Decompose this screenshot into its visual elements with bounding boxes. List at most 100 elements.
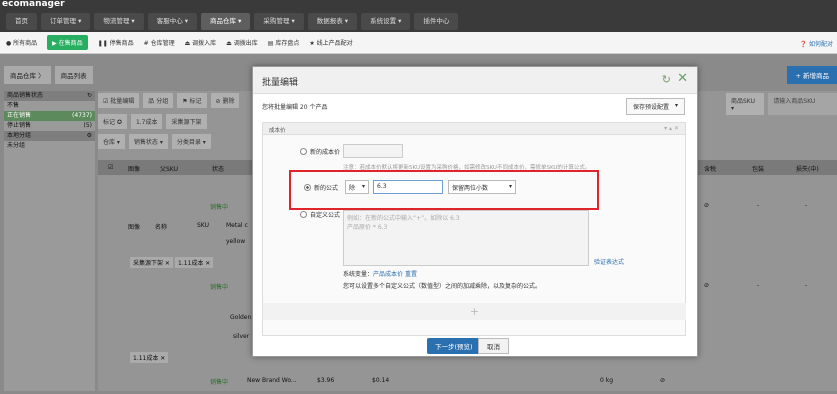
cancel-button[interactable]: 取消	[478, 338, 509, 354]
nav-reports[interactable]: 数据报表 ▾	[307, 13, 358, 30]
new-cost-input[interactable]	[343, 144, 403, 158]
sub-cell: silver	[233, 333, 250, 340]
sub-cell: yellow	[226, 238, 246, 245]
row-package: -	[757, 282, 760, 289]
refresh-icon[interactable]: ↻	[662, 73, 671, 86]
nav-logistics[interactable]: 物流管理 ▾	[94, 13, 144, 30]
radio-dot[interactable]	[300, 211, 307, 218]
radio-custom-formula[interactable]: 自定义公式	[300, 210, 340, 219]
col-loss: 损失(中)	[796, 166, 819, 173]
nav-service[interactable]: 客服中心 ▾	[147, 13, 198, 30]
brand-logo: ecomanager	[2, 0, 65, 9]
row-product-name[interactable]: New Brand Wo...	[247, 377, 297, 384]
radio-new-cost[interactable]: 新的成本价	[300, 147, 340, 156]
nav-warehouse[interactable]: 商品仓库 ▾	[201, 13, 251, 30]
nav-purchase[interactable]: 采购管理 ▾	[254, 13, 304, 30]
subnav-stopped[interactable]: ❚❚ 停售商品	[98, 38, 134, 47]
row-tax: ⊘	[704, 282, 710, 289]
modal-subtitle: 您将批量编辑 20 个产品	[262, 104, 328, 111]
sku-search-input[interactable]: 请输入商品SKU	[768, 93, 837, 115]
sku-select[interactable]: 商品SKU ▾	[726, 93, 765, 115]
sys-var-link[interactable]: 产品成本价	[373, 271, 403, 278]
modal-header: 批量编辑 ↻ ✕	[253, 67, 697, 94]
breadcrumb-list[interactable]: 商品列表	[54, 66, 93, 84]
nav-orders[interactable]: 订单管理 ▾	[41, 13, 91, 30]
highlight-box	[289, 170, 599, 210]
sub-col-sku: SKU	[197, 222, 209, 229]
help-link[interactable]: ❓ 如何配对	[800, 39, 833, 48]
tag-chip[interactable]: 1.7成本	[130, 114, 163, 129]
breadcrumb: 商品仓库 〉 商品列表	[4, 66, 93, 84]
custom-formula-textarea[interactable]: 例如：在新的公式中输入“+”。如除以 6.3 产品原价 * 6.3	[343, 210, 589, 266]
batch-edit-button[interactable]: ☑ 批量编辑	[98, 93, 140, 108]
mark-button[interactable]: ⚑ 标记	[177, 93, 207, 108]
sku-search: 商品SKU ▾ 请输入商品SKU	[726, 93, 837, 115]
sidebar-item-on-sale[interactable]: 正在销售 (4737)	[4, 111, 95, 121]
sidebar: 商品销售状态 ↻ 不售 正在销售 (4737) 停止销售 (5) 本地分组 ⚙ 未分组	[4, 91, 95, 391]
chevron-down-icon[interactable]: ▾	[675, 102, 678, 111]
filter-warehouse[interactable]: 仓库 ▾	[98, 134, 125, 149]
filter-bar: 仓库 ▾ 销售状态 ▾ 分类目录 ▾	[98, 134, 211, 149]
sidebar-item-not-sold[interactable]: 不售	[4, 101, 95, 111]
group-button[interactable]: 品 分组	[143, 93, 174, 108]
add-condition-button[interactable]: +	[263, 303, 686, 320]
tag-chip[interactable]: 采集源下架	[166, 114, 207, 129]
row-tax: ⊘	[660, 377, 666, 384]
panel-controls-icon[interactable]: ▾ ▴ ✕	[664, 125, 679, 132]
chip[interactable]: 1.11成本 ✕	[175, 257, 214, 268]
subnav-transfer-in[interactable]: ⏏ 调拨入库	[185, 38, 217, 47]
row-status: 销售中	[210, 284, 229, 291]
row-status: 销售中	[210, 204, 229, 211]
verify-expression-link[interactable]: 验证表达式	[594, 257, 624, 266]
row-status: 销售中	[210, 379, 229, 386]
row-tax: ⊘	[704, 202, 710, 209]
next-preview-button[interactable]: 下一步(预览)	[427, 338, 481, 354]
gear-icon[interactable]: ⚙	[87, 131, 92, 141]
select-all-checkbox[interactable]: ☑	[108, 164, 113, 171]
new-product-button[interactable]: + 新增商品	[787, 66, 837, 84]
save-preset-button[interactable]: 保存预设配置 ▾	[625, 98, 685, 115]
sub-nav: ● 所有商品 ▶ 在售商品 ❚❚ 停售商品 # 仓库管理 ⏏ 调拨入库 ⏏ 调拨…	[0, 32, 837, 54]
top-bar: ecomanager 首页 订单管理 ▾ 物流管理 ▾ 客服中心 ▾ 商品仓库 …	[0, 0, 837, 32]
panel-title: 成本价	[269, 128, 286, 134]
filter-category[interactable]: 分类目录 ▾	[171, 134, 211, 149]
sidebar-item-ungrouped[interactable]: 未分组	[4, 141, 95, 151]
close-icon[interactable]: ✕	[677, 71, 688, 86]
radio-dot[interactable]	[300, 148, 307, 155]
subnav-on-sale[interactable]: ▶ 在售商品	[47, 35, 88, 50]
subnav-warehouse[interactable]: # 仓库管理	[144, 38, 175, 47]
subnav-stocktake[interactable]: ▤ 库存盘点	[268, 38, 300, 47]
col-tax: 含税	[704, 166, 717, 173]
subnav-transfer-out[interactable]: ⏏ 调拨出库	[226, 38, 258, 47]
row-price: $3.96	[317, 377, 335, 384]
tag-label[interactable]: 标记 ✪	[98, 114, 127, 129]
nav-plugins[interactable]: 插件中心	[414, 13, 459, 30]
subnav-all[interactable]: ● 所有商品	[6, 38, 37, 47]
row-weight: 0 kg	[600, 377, 614, 384]
top-nav: 首页 订单管理 ▾ 物流管理 ▾ 客服中心 ▾ 商品仓库 ▾ 采购管理 ▾ 数据…	[6, 13, 459, 30]
sub-cell: Golden	[230, 314, 252, 321]
sidebar-item-stopped[interactable]: 停止销售 (5)	[4, 121, 95, 131]
col-package: 包装	[752, 166, 765, 173]
row-loss: -	[805, 282, 808, 289]
modal-title: 批量编辑	[262, 78, 299, 88]
delete-button[interactable]: ⊘ 删除	[210, 93, 240, 108]
breadcrumb-warehouse[interactable]: 商品仓库 〉	[4, 66, 51, 84]
sub-col-image: 图像	[128, 224, 141, 231]
nav-home[interactable]: 首页	[6, 13, 37, 30]
sidebar-header: 商品销售状态 ↻	[4, 91, 95, 101]
sub-col-metal: Metal c	[226, 222, 248, 229]
toolbar: ☑ 批量编辑 品 分组 ⚑ 标记 ⊘ 删除	[98, 93, 240, 108]
refresh-icon[interactable]: ↻	[87, 91, 92, 101]
subnav-pairing[interactable]: ★ 线上产品配对	[309, 38, 352, 47]
nav-settings[interactable]: 系统设置 ▾	[361, 13, 411, 30]
chip[interactable]: 采集源下架 ✕	[130, 257, 173, 268]
row-cost: $0.14	[372, 377, 390, 384]
chip[interactable]: 1.11成本 ✕	[130, 352, 169, 363]
reset-link[interactable]: 重置	[405, 271, 417, 278]
sub-col-name: 名称	[155, 224, 168, 231]
col-status: 状态	[212, 166, 225, 173]
filter-status[interactable]: 销售状态 ▾	[128, 134, 168, 149]
row-package: -	[757, 202, 760, 209]
col-image: 图像	[128, 166, 141, 173]
